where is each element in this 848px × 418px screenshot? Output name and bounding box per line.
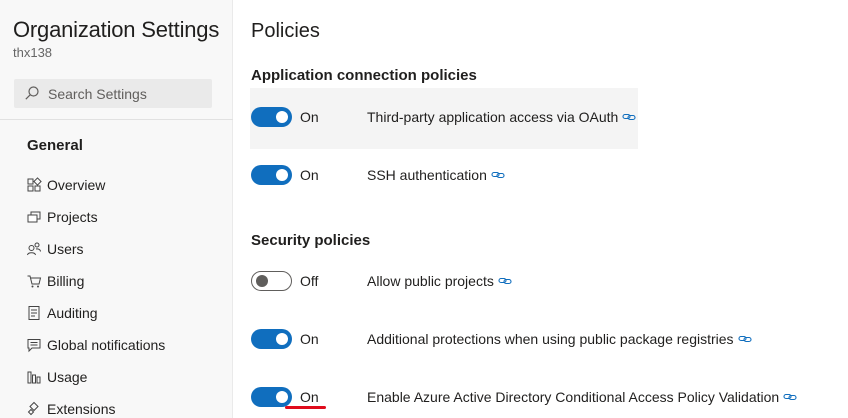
sidebar-item-label: Users bbox=[47, 241, 84, 257]
policy-label: Enable Azure Active Directory Conditiona… bbox=[367, 389, 780, 405]
link-icon[interactable] bbox=[498, 276, 512, 286]
sidebar-item-extensions[interactable]: Extensions bbox=[26, 398, 115, 418]
billing-icon bbox=[27, 275, 42, 288]
sidebar-item-label: Overview bbox=[47, 177, 106, 193]
link-icon[interactable] bbox=[738, 334, 752, 344]
search-settings-box[interactable] bbox=[14, 79, 212, 108]
usage-icon bbox=[27, 371, 41, 384]
link-icon[interactable] bbox=[622, 112, 636, 122]
page-title: Policies bbox=[251, 20, 320, 42]
toggle-state-label: Off bbox=[300, 273, 319, 289]
toggle-knob bbox=[256, 275, 268, 287]
toggle-knob bbox=[276, 391, 288, 403]
organization-settings-title: Organization Settings bbox=[13, 17, 220, 42]
toggle-state-label: On bbox=[300, 167, 319, 183]
organization-name: thx138 bbox=[13, 45, 53, 60]
toggle-knob bbox=[276, 333, 288, 345]
users-icon bbox=[27, 242, 41, 256]
sidebar-item-overview[interactable]: Overview bbox=[26, 174, 105, 196]
sidebar-item-label: Extensions bbox=[47, 401, 116, 417]
policy-label: Third-party application access via OAuth bbox=[367, 109, 619, 125]
sidebar-item-auditing[interactable]: Auditing bbox=[26, 302, 98, 324]
notifications-icon bbox=[27, 339, 41, 353]
sidebar-item-global-notifications[interactable]: Global notifications bbox=[26, 334, 165, 356]
toggle-ssh-authentication[interactable] bbox=[251, 165, 292, 185]
policy-label: Additional protections when using public… bbox=[367, 331, 734, 347]
link-icon[interactable] bbox=[783, 392, 797, 402]
projects-icon bbox=[27, 211, 41, 223]
link-icon[interactable] bbox=[491, 170, 505, 180]
section-title-application-connection: Application connection policies bbox=[251, 67, 477, 84]
annotation-underline bbox=[285, 406, 326, 409]
sidebar-divider bbox=[0, 119, 233, 120]
sidebar-item-billing[interactable]: Billing bbox=[26, 270, 84, 292]
toggle-state-label: On bbox=[300, 389, 319, 405]
search-icon bbox=[25, 86, 39, 100]
toggle-package-registries[interactable] bbox=[251, 329, 292, 349]
auditing-icon bbox=[28, 306, 40, 320]
toggle-conditional-access[interactable] bbox=[251, 387, 292, 407]
sidebar-item-label: Projects bbox=[47, 209, 98, 225]
sidebar: Organization Settings thx138 General Ove… bbox=[0, 0, 233, 418]
sidebar-item-label: Global notifications bbox=[47, 337, 166, 353]
policy-ssh-authentication: SSH authentication bbox=[367, 167, 505, 183]
toggle-knob bbox=[276, 111, 288, 123]
policy-conditional-access: Enable Azure Active Directory Conditiona… bbox=[367, 389, 797, 405]
toggle-public-projects[interactable] bbox=[251, 271, 292, 291]
sidebar-item-label: Auditing bbox=[47, 305, 98, 321]
policy-oauth-access: Third-party application access via OAuth bbox=[367, 109, 636, 125]
nav-group-general: General bbox=[27, 137, 83, 154]
search-settings-input[interactable] bbox=[48, 84, 208, 104]
sidebar-item-projects[interactable]: Projects bbox=[26, 206, 98, 228]
toggle-state-label: On bbox=[300, 109, 319, 125]
sidebar-item-label: Usage bbox=[47, 369, 88, 385]
policy-public-projects: Allow public projects bbox=[367, 273, 512, 289]
overview-icon bbox=[27, 177, 42, 192]
policy-label: SSH authentication bbox=[367, 167, 487, 183]
sidebar-item-users[interactable]: Users bbox=[26, 238, 84, 260]
section-title-security: Security policies bbox=[251, 232, 371, 249]
sidebar-item-label: Billing bbox=[47, 273, 85, 289]
toggle-oauth-access[interactable] bbox=[251, 107, 292, 127]
policy-package-registries: Additional protections when using public… bbox=[367, 331, 752, 347]
toggle-state-label: On bbox=[300, 331, 319, 347]
toggle-knob bbox=[276, 169, 288, 181]
extensions-icon bbox=[27, 401, 39, 416]
sidebar-item-usage[interactable]: Usage bbox=[26, 366, 87, 388]
policy-label: Allow public projects bbox=[367, 273, 494, 289]
